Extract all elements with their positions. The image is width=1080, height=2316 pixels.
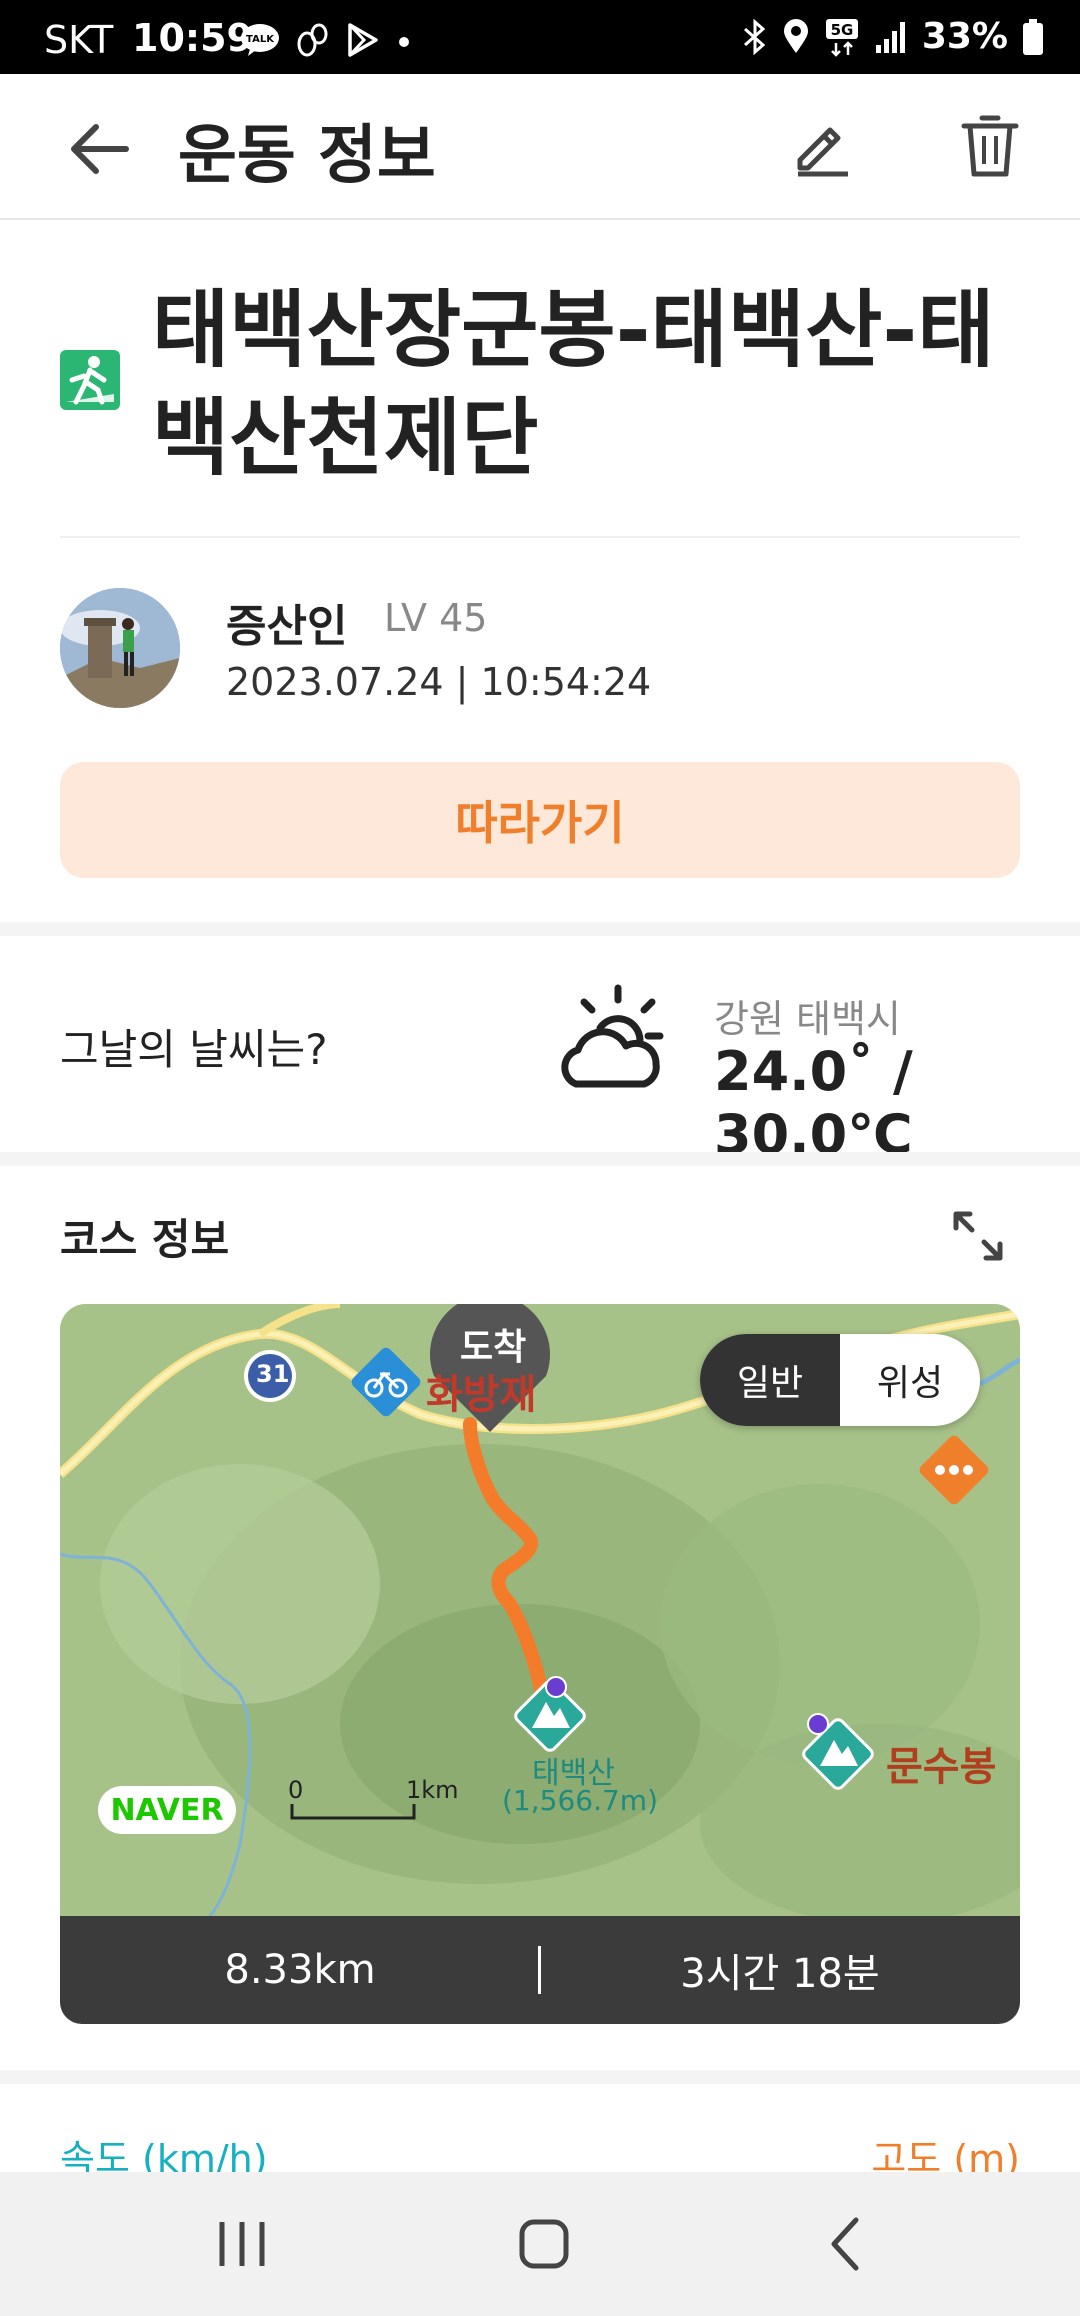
- play-icon: [348, 23, 378, 57]
- user-level: LV 45: [384, 596, 488, 640]
- scale-zero-label: 0: [288, 1776, 304, 1804]
- weather-temperature: 24.0˚ / 30.0℃: [714, 1040, 913, 1166]
- weather-section: 그날의 날씨는? 강원 태백시 24.0˚ / 30.0℃: [0, 938, 1080, 1166]
- system-icons: 5G 33%: [742, 16, 1044, 57]
- back-arrow-icon[interactable]: [60, 114, 140, 184]
- dot-icon: [399, 37, 409, 47]
- expand-icon[interactable]: [950, 1208, 1006, 1264]
- activity-title: 태백산장군봉-태백산-태백산천제단: [152, 281, 995, 487]
- svg-text:TALK: TALK: [246, 34, 275, 45]
- hiking-icon: [60, 350, 120, 410]
- weather-location: 강원 태백시: [714, 997, 901, 1041]
- naver-logo: NAVER: [98, 1786, 236, 1834]
- course-stats: 8.33km 3시간 18분: [60, 1916, 1020, 2024]
- user-info: 증산인 LV 45 2023.07.24 | 10:54:24: [0, 580, 1080, 720]
- notification-icons: TALK: [240, 22, 414, 58]
- course-map[interactable]: 31 화방재 도착 태백산 (1,566.7m) 문수봉 0 1km 일반 위성…: [60, 1304, 1020, 1916]
- step-icon: [297, 23, 328, 57]
- status-bar: SKT 10:59 TALK 5G 33%: [0, 0, 1080, 74]
- course-title: 코스 정보: [60, 1215, 230, 1264]
- user-name: 증산인: [226, 601, 348, 652]
- peak-main-elevation: (1,566.7m): [502, 1784, 658, 1817]
- activity-header: 태백산장군봉-태백산-태백산천제단: [0, 222, 1080, 538]
- section-gap: [0, 922, 1080, 936]
- app-bar: 운동 정보: [0, 74, 1080, 220]
- recent-apps-icon[interactable]: [202, 2208, 282, 2280]
- course-section: 코스 정보 31 화방재 도착 태백산 (1,566.7m) 문수봉 0 1km…: [0, 1170, 1080, 2050]
- map-type-satellite[interactable]: 위성: [840, 1334, 980, 1426]
- carrier-label: SKT: [44, 18, 114, 62]
- arrival-marker-label: 도착: [460, 1327, 527, 1368]
- activity-datetime: 2023.07.24 | 10:54:24: [226, 660, 652, 704]
- peak-second-label: 문수봉: [886, 1744, 997, 1790]
- battery-icon: [1023, 18, 1043, 55]
- scale-unit-label: 1km: [406, 1776, 459, 1804]
- course-distance: 8.33km: [224, 1947, 376, 1993]
- back-icon[interactable]: [806, 2208, 886, 2280]
- section-gap: [0, 1152, 1080, 1166]
- divider: [60, 536, 1020, 538]
- weather-question: 그날의 날씨는?: [60, 1025, 328, 1074]
- section-gap: [0, 2070, 1080, 2084]
- signal-icon: [875, 21, 905, 53]
- 5g-icon: 5G: [825, 18, 858, 57]
- battery-percent: 33%: [921, 16, 1008, 57]
- trash-icon[interactable]: [960, 114, 1020, 178]
- home-icon[interactable]: [504, 2208, 584, 2280]
- edit-icon[interactable]: [790, 114, 854, 178]
- talk-icon: TALK: [241, 24, 279, 56]
- map-type-toggle[interactable]: 일반 위성: [700, 1334, 980, 1426]
- map-type-normal[interactable]: 일반: [700, 1334, 840, 1426]
- follow-button[interactable]: 따라가기: [60, 762, 1020, 878]
- page-title: 운동 정보: [178, 119, 436, 193]
- route-number-label: 31: [256, 1360, 290, 1388]
- partly-cloudy-icon: [561, 984, 664, 1088]
- location-icon: [783, 18, 808, 53]
- course-duration: 3시간 18분: [680, 1951, 880, 1997]
- system-nav-bar: [0, 2172, 1080, 2316]
- place-label-hwabangjae: 화방재: [426, 1372, 537, 1418]
- chart-header: 속도 (km/h) 고도 (m): [0, 2110, 1080, 2181]
- status-time: 10:59: [132, 16, 253, 60]
- bluetooth-icon: [743, 18, 766, 55]
- avatar[interactable]: [60, 588, 180, 708]
- svg-text:5G: 5G: [830, 21, 853, 39]
